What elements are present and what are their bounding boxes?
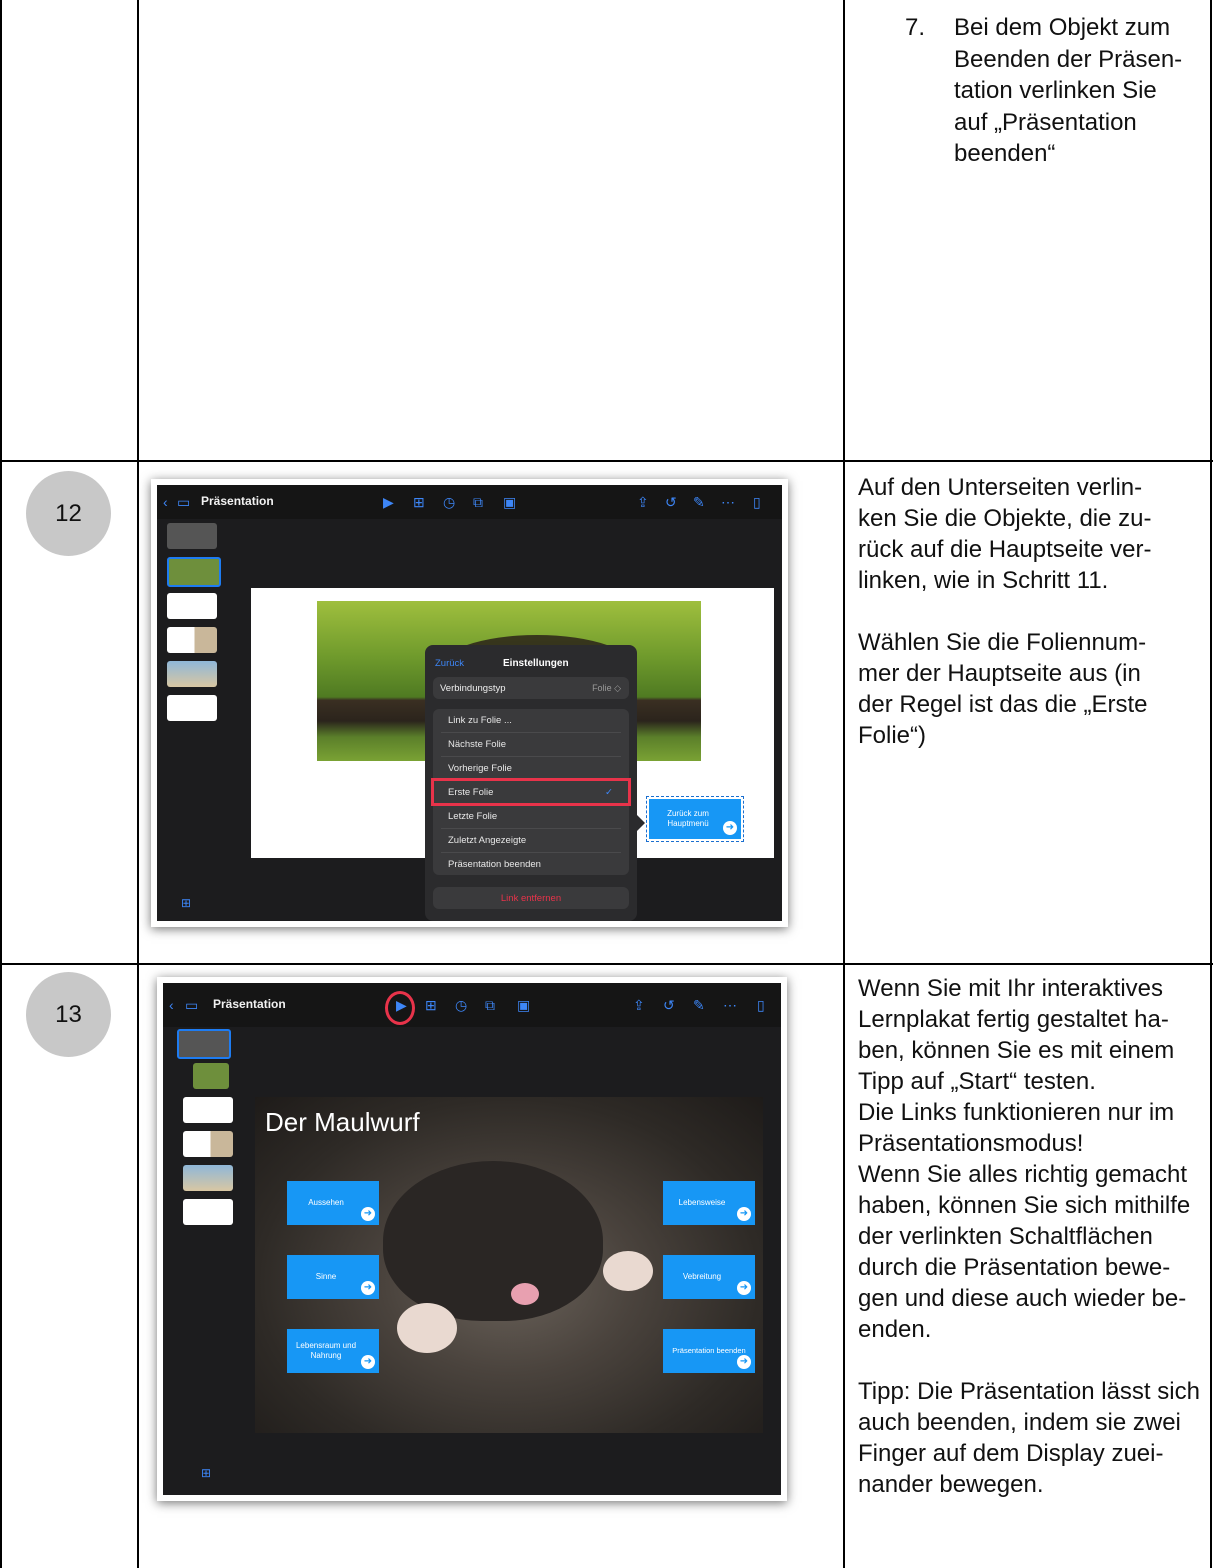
arrow-circle-icon: ➜ [361,1281,375,1295]
mole-snout [511,1283,539,1305]
mole-paw-left [397,1303,457,1353]
menu-item-link-to-slide[interactable]: Link zu Folie ... [441,709,621,732]
step-13-description: Wenn Sie mit Ihr interaktives Lernplakat… [858,975,1200,1498]
arrow-circle-icon: ➜ [723,821,737,835]
link-button-lebensweise[interactable]: Lebensweise ➜ [663,1181,755,1225]
menu-item-last-viewed[interactable]: Zuletzt Angezeigte [441,828,621,851]
back-chevron-icon[interactable]: ‹ [169,997,174,1013]
step-12-description: Auf den Unterseiten verlin- ken Sie die … [858,474,1152,749]
link-settings-popover: Zurück Einstellungen Verbindungstyp Foli… [425,645,637,921]
table-row-divider-2 [0,963,1213,965]
slide-title: Der Maulwurf [265,1107,420,1137]
table-border-left [0,0,2,1568]
chart-icon[interactable]: ◷ [443,494,455,510]
share-icon[interactable]: ⇪ [633,997,645,1013]
table-icon[interactable]: ⊞ [425,997,437,1013]
play-icon[interactable]: ▶ [396,997,407,1013]
shape-icon[interactable]: ⧉ [485,997,495,1013]
slide-thumbnail[interactable] [167,523,217,549]
menu-item-last-slide[interactable]: Letzte Folie [441,804,621,827]
undo-icon[interactable]: ↺ [665,494,677,510]
slide-thumbnail[interactable] [193,1063,229,1089]
menu-item-previous-slide[interactable]: Vorherige Folie [441,756,621,779]
keynote-toolbar: ‹ ▭ Präsentation ▶ ⊞ ◷ ⧉ ▣ ⇪ ↺ ✎ ⋯ ▯ [163,983,781,1027]
menu-item-end-presentation[interactable]: Präsentation beenden [441,852,621,875]
table-col-divider-2 [843,0,845,1568]
slide-thumbnail[interactable] [167,695,217,721]
slide-thumbnail[interactable] [183,1199,233,1225]
add-slide-icon[interactable]: ⊞ [181,895,191,911]
table-row-divider-1 [0,460,1213,462]
link-button-end-presentation[interactable]: Präsentation beenden ➜ [663,1329,755,1373]
document-title[interactable]: Präsentation [201,494,274,508]
step-number-badge: 13 [26,972,111,1057]
keynote-toolbar: ‹ ▭ Präsentation ▶ ⊞ ◷ ⧉ ▣ ⇪ ↺ ✎ ⋯ ▯ [157,485,782,519]
chart-icon[interactable]: ◷ [455,997,467,1013]
add-slide-icon[interactable]: ⊞ [201,1465,211,1481]
slide-thumbnail[interactable] [183,1165,233,1191]
media-icon[interactable]: ▣ [503,494,516,510]
play-icon[interactable]: ▶ [383,494,394,510]
format-brush-icon[interactable]: ✎ [693,494,705,510]
media-icon[interactable]: ▣ [517,997,530,1013]
ipad-screen: ‹ ▭ Präsentation ▶ ⊞ ◷ ⧉ ▣ ⇪ ↺ ✎ ⋯ ▯ ⊞ [163,983,781,1495]
back-to-main-menu-button[interactable]: Zurück zum Hauptmenü ➜ [646,796,744,842]
link-button-aussehen[interactable]: Aussehen ➜ [287,1181,379,1225]
link-button-sinne[interactable]: Sinne ➜ [287,1255,379,1299]
table-col-divider-1 [137,0,139,1568]
back-chevron-icon[interactable]: ‹ [163,494,168,510]
format-brush-icon[interactable]: ✎ [693,997,705,1013]
slide-thumbnail[interactable] [177,1029,231,1059]
popover-title: Einstellungen [503,658,569,669]
slide-thumbnail[interactable] [183,1097,233,1123]
screenshot-step-13: ‹ ▭ Präsentation ▶ ⊞ ◷ ⧉ ▣ ⇪ ↺ ✎ ⋯ ▯ ⊞ D… [157,977,787,1501]
step-number: 12 [55,499,82,527]
slide-thumbnail[interactable] [183,1131,233,1157]
step-number-badge: 12 [26,471,111,556]
mole-body [383,1161,603,1321]
document-title[interactable]: Präsentation [213,997,286,1011]
arrow-circle-icon: ➜ [361,1207,375,1221]
arrow-circle-icon: ➜ [737,1281,751,1295]
undo-icon[interactable]: ↺ [663,997,675,1013]
slide-navigator: ⊞ [157,519,221,921]
connection-type-label: Verbindungstyp [440,683,506,694]
popover-arrow [637,815,645,831]
step-7-text: Bei dem Objekt zum Beenden der Präsen- t… [954,14,1183,167]
sidebar-toggle-icon[interactable]: ▭ [185,997,198,1013]
connection-type-row[interactable]: Verbindungstyp Folie ◇ [433,677,629,699]
share-icon[interactable]: ⇪ [637,494,649,510]
document-icon[interactable]: ▯ [753,494,761,510]
step-7-number: 7. [905,14,926,41]
step-number: 13 [55,1000,82,1028]
slide-thumbnail[interactable] [167,661,217,687]
highlight-box [431,778,631,806]
arrow-circle-icon: ➜ [737,1207,751,1221]
table-icon[interactable]: ⊞ [413,494,425,510]
slide-thumbnail[interactable] [167,557,221,587]
shape-icon[interactable]: ⧉ [473,494,483,510]
more-icon[interactable]: ⋯ [723,997,737,1013]
menu-item-next-slide[interactable]: Nächste Folie [441,732,621,755]
connection-type-value: Folie ◇ [592,683,621,693]
document-icon[interactable]: ▯ [757,997,765,1013]
slide-navigator: ⊞ [163,1027,233,1495]
slide-thumbnail[interactable] [167,593,217,619]
table-border-right [1210,0,1212,1568]
screenshot-step-12: ‹ ▭ Präsentation ▶ ⊞ ◷ ⧉ ▣ ⇪ ↺ ✎ ⋯ ▯ ⊞ Z… [151,479,788,927]
ipad-screen: ‹ ▭ Präsentation ▶ ⊞ ◷ ⧉ ▣ ⇪ ↺ ✎ ⋯ ▯ ⊞ [157,485,782,921]
slide-thumbnail[interactable] [167,627,217,653]
arrow-circle-icon: ➜ [361,1355,375,1369]
link-button-lebensraum[interactable]: Lebensraum und Nahrung ➜ [287,1329,379,1373]
arrow-circle-icon: ➜ [737,1355,751,1369]
mole-paw-right [603,1251,653,1291]
remove-link-button[interactable]: Link entfernen [433,887,629,909]
more-icon[interactable]: ⋯ [721,494,735,510]
link-button-verbreitung[interactable]: Vebreitung ➜ [663,1255,755,1299]
sidebar-toggle-icon[interactable]: ▭ [177,494,190,510]
popover-back-button[interactable]: Zurück [435,658,464,669]
